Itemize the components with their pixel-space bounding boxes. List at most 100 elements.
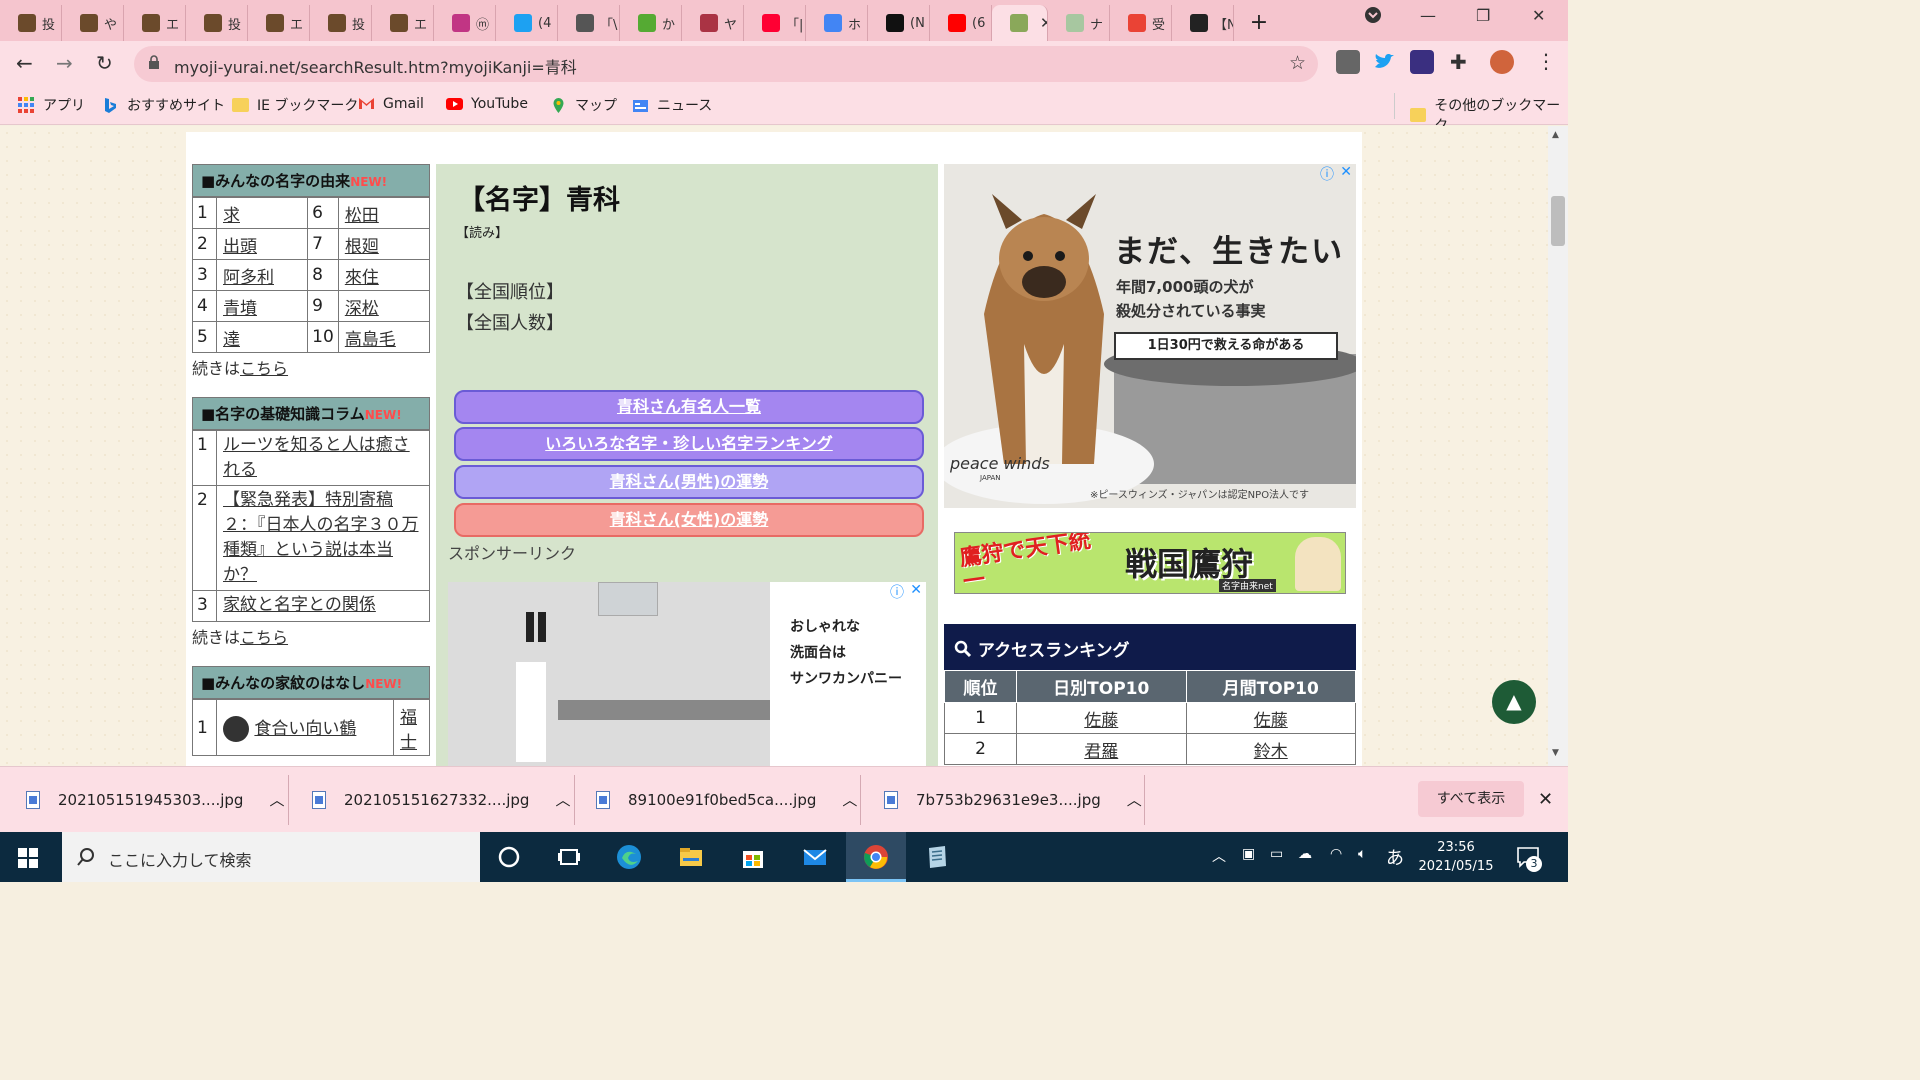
close-window-icon[interactable]: ✕: [1532, 6, 1545, 25]
task-view-icon[interactable]: [556, 844, 582, 870]
surname-link[interactable]: 高島毛: [345, 330, 396, 350]
show-hidden-icons[interactable]: ︿: [1212, 846, 1226, 866]
surname-link[interactable]: 出頭: [223, 237, 257, 257]
more-columns-link[interactable]: こちら: [240, 628, 288, 647]
bookmark-apps[interactable]: アプリ: [18, 95, 85, 115]
scroll-down-icon[interactable]: ▼: [1552, 748, 1559, 758]
browser-tab[interactable]: (N: [868, 5, 930, 41]
bookmark-ie-folder[interactable]: IE ブックマーク: [232, 95, 358, 115]
browser-tab[interactable]: (6: [930, 5, 992, 41]
surname-link[interactable]: 青墳: [223, 299, 257, 319]
browser-tab[interactable]: エ: [372, 5, 434, 41]
more-surnames-link[interactable]: こちら: [240, 359, 288, 378]
ranking-surname-link[interactable]: 佐藤: [1084, 711, 1118, 731]
reload-icon[interactable]: ↻: [96, 51, 113, 75]
browser-tab[interactable]: 投: [310, 5, 372, 41]
clock[interactable]: 23:56 2021/05/15: [1414, 838, 1498, 876]
bookmark-maps[interactable]: マップ: [550, 95, 617, 115]
close-downloads-icon[interactable]: ✕: [1538, 789, 1553, 810]
browser-tab[interactable]: 【N: [1172, 5, 1234, 41]
browser-tab[interactable]: 「\: [558, 5, 620, 41]
back-to-top-button[interactable]: ▲: [1492, 680, 1536, 724]
bookmark-gmail[interactable]: Gmail: [358, 95, 424, 112]
surname-ranking-button[interactable]: いろいろな名字・珍しい名字ランキング: [454, 427, 924, 461]
volume-icon[interactable]: 🔈︎: [1358, 846, 1366, 862]
forward-icon[interactable]: →: [56, 51, 73, 75]
scrollbar-thumb[interactable]: [1551, 196, 1565, 246]
browser-tab[interactable]: エ: [248, 5, 310, 41]
wifi-icon[interactable]: ◠: [1330, 846, 1342, 862]
chrome-taskbar-button[interactable]: [846, 832, 906, 882]
surname-link[interactable]: 深松: [345, 299, 379, 319]
browser-tab[interactable]: 投: [0, 5, 62, 41]
puzzle-extensions-icon[interactable]: ✚: [1450, 50, 1474, 74]
bookmark-youtube[interactable]: YouTube: [446, 95, 528, 112]
column-link[interactable]: 【緊急発表】特別寄稿２：『日本人の名字３０万種類』という説は本当か？: [223, 490, 419, 585]
crest-surname-link[interactable]: 福士: [400, 708, 417, 753]
bookmark-news[interactable]: ニュース: [632, 95, 712, 115]
browser-tab[interactable]: 投: [186, 5, 248, 41]
minimize-icon[interactable]: —: [1420, 6, 1436, 25]
browser-tab[interactable]: (4: [496, 5, 558, 41]
browser-tab[interactable]: ✕: [992, 5, 1048, 41]
surname-link[interactable]: 阿多利: [223, 268, 274, 288]
browser-tab[interactable]: 受: [1110, 5, 1172, 41]
battery-icon[interactable]: ▭: [1270, 846, 1283, 862]
scroll-up-icon[interactable]: ▲: [1552, 130, 1559, 140]
back-icon[interactable]: ←: [16, 51, 33, 75]
surname-link[interactable]: 求: [223, 206, 240, 226]
twitter-extension-icon[interactable]: [1372, 50, 1396, 74]
chevron-up-icon[interactable]: ︿: [842, 789, 857, 810]
download-item[interactable]: 7b753b29631e9e3....jpg ︿: [884, 789, 1142, 810]
column-link[interactable]: ルーツを知ると人は癒される: [223, 435, 410, 480]
chevron-up-icon[interactable]: ︿: [555, 789, 570, 810]
browser-tab[interactable]: ホ: [806, 5, 868, 41]
browser-tab[interactable]: か: [620, 5, 682, 41]
download-item[interactable]: 89100e91f0bed5ca....jpg ︿: [596, 789, 857, 810]
surname-link[interactable]: 松田: [345, 206, 379, 226]
washbasin-ad[interactable]: おしゃれな 洗面台は サンワカンパニー ⓘ ✕: [448, 582, 926, 766]
crest-link[interactable]: 食合い向い鶴: [254, 719, 356, 739]
browser-tab[interactable]: ⓜ: [434, 5, 496, 41]
file-explorer-icon[interactable]: [678, 844, 704, 870]
browser-tab[interactable]: エ: [124, 5, 186, 41]
download-item[interactable]: 202105151627332....jpg ︿: [312, 789, 570, 810]
ad-info-icon[interactable]: ⓘ: [1320, 164, 1334, 184]
page-scrollbar[interactable]: ▲ ▼: [1548, 126, 1568, 766]
browser-tab[interactable]: ナ: [1048, 5, 1110, 41]
surname-link[interactable]: 來住: [345, 268, 379, 288]
browser-tab[interactable]: や: [62, 5, 124, 41]
ranking-surname-link[interactable]: 君羅: [1084, 742, 1118, 762]
chevron-up-icon[interactable]: ︿: [269, 789, 284, 810]
ad-close-icon[interactable]: ✕: [910, 582, 922, 598]
taskbar-search-box[interactable]: ここに入力して検索: [62, 832, 480, 882]
address-bar[interactable]: myoji-yurai.net/searchResult.htm?myojiKa…: [134, 46, 1318, 82]
windows-start-icon[interactable]: [18, 848, 38, 868]
store-icon[interactable]: [740, 844, 766, 870]
hawk-game-banner[interactable]: 鷹狩で天下統一 戦国鷹狩 名字由来net: [954, 532, 1346, 594]
ad-info-icon[interactable]: ⓘ: [890, 582, 904, 602]
edge-browser-icon[interactable]: [616, 844, 642, 870]
show-all-downloads-button[interactable]: すべて表示: [1418, 781, 1524, 817]
tab-close-icon[interactable]: ✕: [1040, 14, 1047, 32]
bookmark-recommended[interactable]: おすすめサイト: [102, 95, 225, 115]
bookmark-star-icon[interactable]: ☆: [1289, 52, 1306, 74]
onedrive-icon[interactable]: ☁: [1298, 846, 1312, 862]
tray-app-icon[interactable]: ▣: [1242, 846, 1255, 862]
download-item[interactable]: 202105151945303....jpg ︿: [26, 789, 284, 810]
new-tab-icon[interactable]: +: [1242, 10, 1276, 35]
browser-tab[interactable]: ヤ: [682, 5, 744, 41]
mail-icon[interactable]: [802, 844, 828, 870]
surname-link[interactable]: 根廻: [345, 237, 379, 257]
app-extension-icon[interactable]: [1410, 50, 1434, 74]
profile-avatar[interactable]: [1490, 50, 1514, 74]
dog-rescue-ad[interactable]: まだ、生きたい 年間7,000頭の犬が 殺処分されている事実 1日30円で救える…: [944, 164, 1356, 508]
notifications-icon[interactable]: 3: [1516, 846, 1542, 872]
restore-icon[interactable]: ❐: [1476, 6, 1490, 25]
surname-link[interactable]: 達: [223, 330, 240, 350]
famous-people-button[interactable]: 青科さん有名人一覧: [454, 390, 924, 424]
extension-icon[interactable]: [1336, 50, 1360, 74]
ranking-surname-link[interactable]: 鈴木: [1254, 742, 1288, 762]
ime-indicator[interactable]: あ: [1386, 844, 1404, 870]
column-link[interactable]: 家紋と名字との関係: [223, 595, 376, 615]
